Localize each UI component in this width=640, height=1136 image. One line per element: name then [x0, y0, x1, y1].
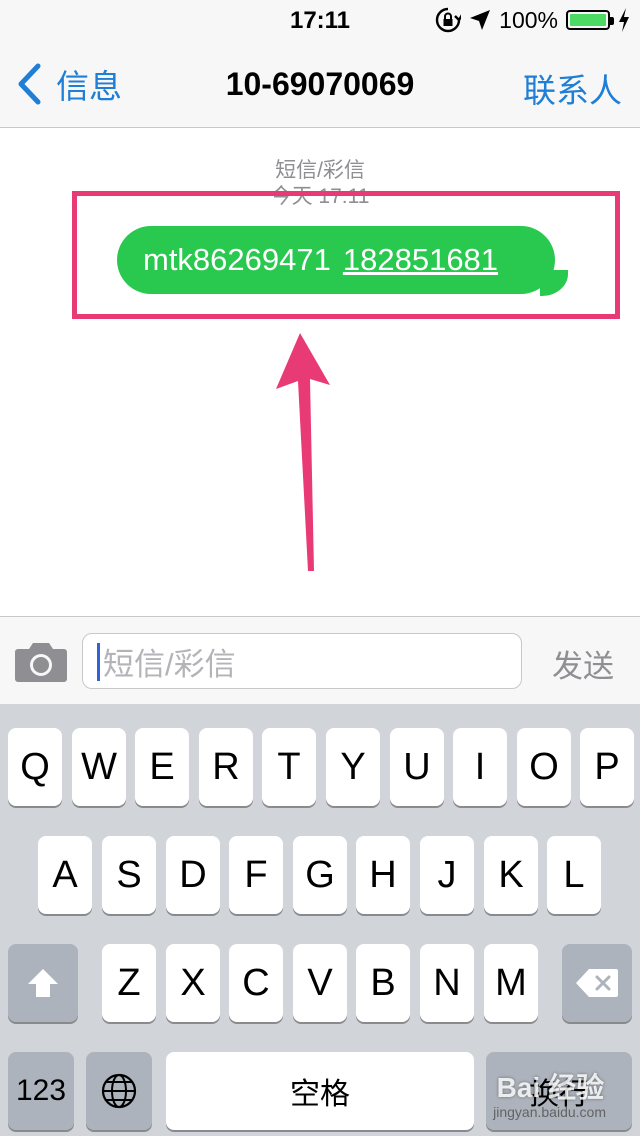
key-e[interactable]: E [135, 728, 189, 806]
compose-bar: 短信/彩信 发送 [0, 616, 640, 704]
key-w[interactable]: W [72, 728, 126, 806]
key-s[interactable]: S [102, 836, 156, 914]
watermark-url: jingyan.baidu.com [493, 1104, 606, 1120]
rotation-lock-icon [436, 7, 462, 33]
watermark: Bai 经验 [496, 1072, 604, 1103]
key-q[interactable]: Q [8, 728, 62, 806]
shift-icon [28, 969, 58, 997]
space-button[interactable]: 空格 [166, 1052, 474, 1130]
key-i[interactable]: I [453, 728, 507, 806]
shift-button[interactable] [8, 944, 78, 1022]
key-v[interactable]: V [293, 944, 347, 1022]
key-p[interactable]: P [580, 728, 634, 806]
key-a[interactable]: A [38, 836, 92, 914]
key-y[interactable]: Y [326, 728, 380, 806]
globe-button[interactable] [86, 1052, 152, 1130]
key-b[interactable]: B [356, 944, 410, 1022]
status-indicators: 100% [435, 6, 630, 34]
message-input[interactable]: 短信/彩信 [82, 633, 522, 689]
text-caret [97, 643, 100, 681]
key-x[interactable]: X [166, 944, 220, 1022]
globe-icon [101, 1073, 137, 1109]
battery-level [570, 14, 606, 26]
key-m[interactable]: M [484, 944, 538, 1022]
status-bar: 17:11 100% [0, 0, 640, 40]
key-r[interactable]: R [199, 728, 253, 806]
key-t[interactable]: T [262, 728, 316, 806]
message-input-placeholder: 短信/彩信 [103, 646, 236, 682]
highlight-annotation-box [72, 191, 620, 319]
battery-icon [566, 10, 614, 30]
key-f[interactable]: F [229, 836, 283, 914]
camera-icon[interactable] [14, 639, 68, 683]
backspace-icon [576, 969, 618, 997]
key-d[interactable]: D [166, 836, 220, 914]
battery-percent: 100% [499, 6, 558, 33]
send-button[interactable]: 发送 [552, 641, 614, 686]
key-c[interactable]: C [229, 944, 283, 1022]
key-n[interactable]: N [420, 944, 474, 1022]
nav-bar: 信息 10-69070069 联系人 [0, 40, 640, 128]
contacts-button[interactable]: 联系人 [523, 64, 622, 112]
arrow-annotation-icon [276, 333, 330, 571]
delete-button[interactable] [562, 944, 632, 1022]
key-o[interactable]: O [517, 728, 571, 806]
charging-icon [619, 8, 629, 32]
key-u[interactable]: U [390, 728, 444, 806]
key-j[interactable]: J [420, 836, 474, 914]
conversation-view[interactable]: 短信/彩信 今天 17:11 mtk86269471 182851681 [0, 128, 640, 616]
key-g[interactable]: G [293, 836, 347, 914]
key-k[interactable]: K [484, 836, 538, 914]
battery-tip [610, 17, 614, 25]
location-icon [470, 10, 491, 30]
numbers-button[interactable]: 123 [8, 1052, 74, 1130]
key-l[interactable]: L [547, 836, 601, 914]
key-z[interactable]: Z [102, 944, 156, 1022]
key-h[interactable]: H [356, 836, 410, 914]
